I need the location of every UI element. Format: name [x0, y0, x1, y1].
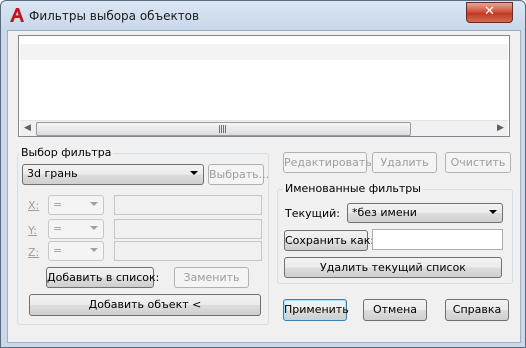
axis-x-label: X:	[28, 199, 40, 212]
list-item[interactable]	[20, 44, 508, 60]
cancel-button[interactable]: Отмена	[363, 299, 427, 321]
scroll-left-arrow-icon[interactable]: ◀	[20, 121, 35, 136]
window-title: Фильтры выбора объектов	[29, 9, 200, 23]
select-button[interactable]: Выбрать...	[208, 164, 269, 185]
chevron-down-icon	[90, 202, 98, 206]
axis-y-operator-value: =	[53, 222, 63, 235]
current-filter-combo[interactable]: *без имени	[347, 203, 503, 223]
axis-x-operator[interactable]: =	[48, 195, 104, 215]
grip-icon	[219, 125, 227, 133]
filter-list[interactable]: ◀ ▶	[18, 35, 510, 137]
delete-current-list-button[interactable]: Удалить текущий список	[284, 257, 502, 278]
axis-x-value-field[interactable]	[114, 195, 262, 215]
clear-button[interactable]: Очистить	[445, 152, 511, 173]
save-as-field[interactable]	[372, 229, 503, 250]
horizontal-scrollbar[interactable]: ◀ ▶	[20, 120, 508, 136]
autocad-a-icon	[10, 8, 24, 22]
axis-z-operator[interactable]: =	[48, 241, 104, 261]
axis-z-label: Z:	[28, 246, 40, 259]
replace-button[interactable]: Заменить	[174, 267, 249, 288]
chevron-down-icon	[90, 248, 98, 252]
object-type-value: 3d грань	[27, 167, 78, 180]
title-bar[interactable]: Фильтры выбора объектов ✕	[1, 1, 525, 31]
axis-y-operator[interactable]: =	[48, 219, 104, 239]
axis-y-label: Y:	[28, 224, 37, 237]
axis-z-operator-value: =	[53, 244, 63, 257]
delete-button[interactable]: Удалить	[372, 152, 437, 173]
apply-button[interactable]: Применить	[283, 299, 349, 321]
current-filter-value: *без имени	[352, 206, 417, 219]
axis-x-operator-value: =	[53, 198, 63, 211]
object-type-combo[interactable]: 3d грань	[22, 164, 204, 185]
current-filter-label: Текущий:	[285, 207, 341, 220]
add-to-list-button[interactable]: Добавить в список:	[46, 267, 159, 288]
scroll-right-arrow-icon[interactable]: ▶	[493, 121, 508, 136]
chevron-down-icon	[190, 171, 198, 175]
edit-button[interactable]: Редактировать	[283, 152, 372, 173]
chevron-down-icon	[90, 226, 98, 230]
named-filters-label: Именованные фильтры	[283, 182, 423, 195]
scrollbar-thumb[interactable]	[36, 122, 411, 136]
dialog-client-area: ◀ ▶ Выбор фильтра 3d грань Выбрать... X:…	[7, 30, 521, 343]
close-button[interactable]: ✕	[466, 2, 513, 23]
chevron-down-icon	[489, 210, 497, 214]
axis-z-value-field[interactable]	[114, 241, 262, 261]
filter-selection-label: Выбор фильтра	[19, 146, 114, 159]
axis-y-value-field[interactable]	[114, 219, 262, 239]
dialog-window: Фильтры выбора объектов ✕ ◀ ▶ Выбор филь…	[0, 0, 526, 348]
help-button[interactable]: Справка	[445, 299, 509, 321]
add-object-button[interactable]: Добавить объект <	[29, 294, 261, 316]
save-as-button[interactable]: Сохранить как:	[284, 230, 374, 251]
